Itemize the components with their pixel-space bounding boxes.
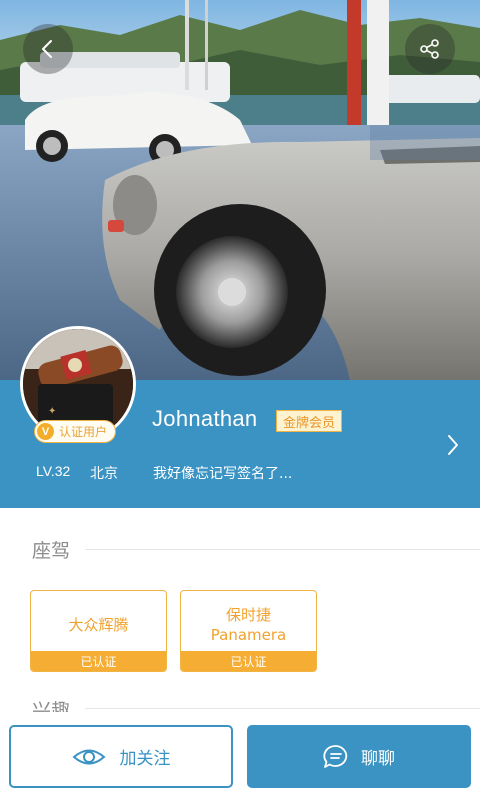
verified-v-icon: V [37,423,54,440]
svg-text:✦: ✦ [48,406,56,417]
cover-photo [0,0,480,380]
chat-bubble-icon [323,744,348,768]
follow-button[interactable]: 加关注 [9,725,233,788]
username: Johnathan [152,406,258,431]
section-divider [85,549,480,550]
chevron-left-icon [42,40,52,58]
user-level: LV.32 [36,463,71,479]
car-card[interactable]: 保时捷 Panamera 已认证 [180,590,317,672]
car-name: 大众辉腾 [31,599,166,651]
gold-member-badge: 金牌会员 [276,410,343,432]
verified-user-badge: V 认证用户 [34,420,117,443]
car-name: 保时捷 Panamera [181,599,316,651]
section-title-cars: 座驾 [32,540,71,562]
verified-label: 认证用户 [59,425,108,439]
profile-detail-button[interactable] [440,432,466,458]
car-verified-status: 已认证 [31,651,166,671]
follow-label: 加关注 [119,749,171,769]
section-divider [85,708,480,709]
chevron-right-icon [448,435,458,455]
car-name-line2: Panamera [210,626,287,644]
share-button[interactable] [405,24,455,74]
car-verified-status: 已认证 [181,651,316,671]
eye-icon [71,749,106,764]
back-button[interactable] [23,24,73,74]
car-card[interactable]: 大众辉腾 已认证 [30,590,167,672]
bottom-action-bar: 加关注 聊聊 [0,712,480,800]
chat-button[interactable]: 聊聊 [247,725,471,788]
chat-label: 聊聊 [361,749,395,769]
car-name-line1: 保时捷 [225,606,271,624]
user-city: 北京 [90,466,118,482]
car-name-line1: 大众辉腾 [68,616,129,634]
user-signature: 我好像忘记写签名了... [153,466,293,482]
share-icon [420,39,439,59]
